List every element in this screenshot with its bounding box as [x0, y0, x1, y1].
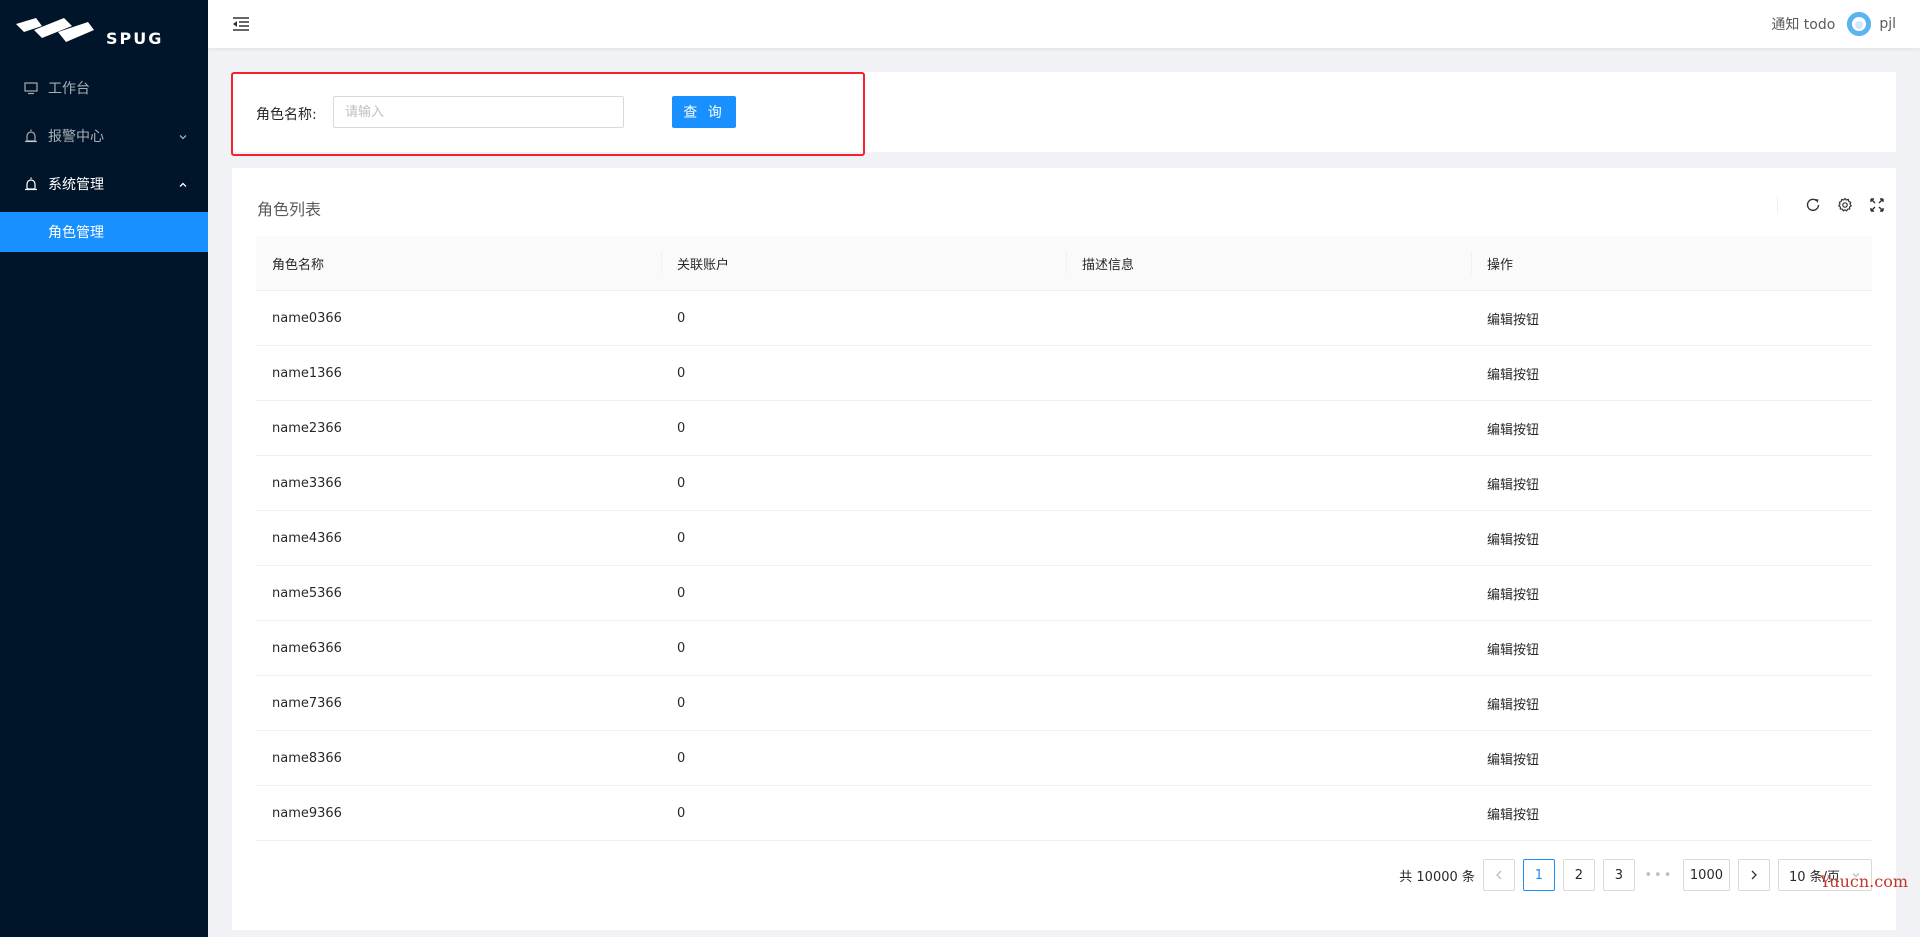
edit-button[interactable]: 编辑按钮: [1487, 643, 1539, 658]
cell-role-name: name0366: [272, 310, 342, 326]
sidebar-item-label: 系统管理: [48, 177, 104, 193]
edit-button[interactable]: 编辑按钮: [1487, 313, 1539, 328]
watermark: Yuucn.com: [1820, 872, 1908, 891]
next-page-button[interactable]: [1738, 859, 1770, 891]
cell-role-name: name4366: [272, 530, 342, 546]
table-toolbar: [1777, 196, 1886, 214]
table-header-row: 角色名称 关联账户 描述信息 操作: [256, 236, 1872, 291]
column-header-linked-accounts: 关联账户: [661, 252, 1066, 274]
cell-linked-accounts: 0: [677, 530, 686, 546]
top-header: 通知 todo pjl: [208, 0, 1920, 48]
cell-role-name: name5366: [272, 585, 342, 601]
edit-button[interactable]: 编辑按钮: [1487, 423, 1539, 438]
reload-icon[interactable]: [1804, 196, 1822, 214]
sidebar-item-label: 角色管理: [48, 225, 104, 241]
cell-linked-accounts: 0: [677, 420, 686, 436]
edit-button[interactable]: 编辑按钮: [1487, 588, 1539, 603]
svg-text:SPUG: SPUG: [106, 29, 163, 48]
query-button[interactable]: 查 询: [672, 96, 736, 128]
header-user-area: 通知 todo pjl: [1771, 12, 1896, 36]
cell-linked-accounts: 0: [677, 365, 686, 381]
table-row: name2366 0 编辑按钮: [256, 401, 1872, 456]
page-3-button[interactable]: 3: [1602, 859, 1635, 891]
table-row: name8366 0 编辑按钮: [256, 731, 1872, 786]
total-count: 共 10000 条: [1399, 869, 1475, 885]
jump-next-ellipsis[interactable]: •••: [1643, 859, 1675, 891]
cell-linked-accounts: 0: [677, 805, 686, 821]
fullscreen-icon[interactable]: [1868, 196, 1886, 214]
sidebar-item-role-management[interactable]: 角色管理: [0, 212, 208, 252]
cell-role-name: name7366: [272, 695, 342, 711]
column-header-description: 描述信息: [1066, 252, 1471, 274]
column-header-role-name: 角色名称: [272, 257, 325, 273]
logo[interactable]: SPUG: [0, 0, 208, 64]
cell-role-name: name3366: [272, 475, 342, 491]
table-row: name9366 0 编辑按钮: [256, 786, 1872, 841]
table-row: name0366 0 编辑按钮: [256, 291, 1872, 346]
desktop-icon: [24, 81, 38, 95]
cell-role-name: name2366: [272, 420, 342, 436]
table-row: name7366 0 编辑按钮: [256, 676, 1872, 731]
cell-role-name: name8366: [272, 750, 342, 766]
cell-role-name: name9366: [272, 805, 342, 821]
menu-fold-icon[interactable]: [232, 14, 252, 34]
last-page-button[interactable]: 1000: [1682, 859, 1730, 891]
edit-button[interactable]: 编辑按钮: [1487, 368, 1539, 383]
cell-linked-accounts: 0: [677, 310, 686, 326]
avatar[interactable]: [1847, 12, 1872, 36]
prev-page-button[interactable]: [1482, 859, 1515, 891]
page-1-button[interactable]: 1: [1522, 859, 1555, 891]
table-title: 角色列表: [257, 200, 322, 219]
page-2-button[interactable]: 2: [1562, 859, 1595, 891]
cell-linked-accounts: 0: [677, 585, 686, 601]
settings-icon[interactable]: [1836, 196, 1854, 214]
table-row: name6366 0 编辑按钮: [256, 621, 1872, 676]
username[interactable]: pjl: [1879, 16, 1896, 32]
roles-table: 角色名称 关联账户 描述信息 操作 name0366 0 编辑按钮 name13…: [256, 236, 1872, 841]
spug-logo-icon: SPUG: [16, 18, 163, 48]
cell-linked-accounts: 0: [677, 695, 686, 711]
edit-button[interactable]: 编辑按钮: [1487, 533, 1539, 548]
edit-button[interactable]: 编辑按钮: [1487, 753, 1539, 768]
sidebar-item-alarm-center[interactable]: 报警中心: [0, 116, 208, 156]
edit-button[interactable]: 编辑按钮: [1487, 698, 1539, 713]
table-row: name5366 0 编辑按钮: [256, 566, 1872, 621]
role-name-search-input[interactable]: [333, 96, 624, 128]
edit-button[interactable]: 编辑按钮: [1487, 478, 1539, 493]
cell-role-name: name6366: [272, 640, 342, 656]
sidebar-item-label: 工作台: [48, 81, 90, 97]
pagination: 共 10000 条 1 2 3 ••• 1000 10 条/页: [1399, 859, 1872, 891]
cell-linked-accounts: 0: [677, 475, 686, 491]
cell-linked-accounts: 0: [677, 750, 686, 766]
sidebar-item-workbench[interactable]: 工作台: [0, 68, 208, 108]
sidebar-item-system-management[interactable]: 系统管理: [0, 164, 208, 204]
table-row: name4366 0 编辑按钮: [256, 511, 1872, 566]
sidebar-item-label: 报警中心: [48, 129, 104, 145]
table-row: name1366 0 编辑按钮: [256, 346, 1872, 401]
cell-role-name: name1366: [272, 365, 342, 381]
role-name-label: 角色名称:: [256, 107, 317, 123]
edit-button[interactable]: 编辑按钮: [1487, 808, 1539, 823]
column-header-actions: 操作: [1471, 252, 1872, 274]
chevron-down-icon: [178, 130, 188, 146]
toolbar-divider: [1777, 197, 1778, 213]
cell-linked-accounts: 0: [677, 640, 686, 656]
alarm-icon: [24, 177, 38, 191]
sidebar: SPUG 工作台 报警中心 系统管理 角色管理: [0, 0, 208, 937]
chevron-up-icon: [178, 178, 188, 194]
alarm-icon: [24, 129, 38, 143]
chevron-right-icon: [1751, 870, 1757, 880]
chevron-left-icon: [1495, 870, 1502, 880]
table-row: name3366 0 编辑按钮: [256, 456, 1872, 511]
notification-link[interactable]: 通知 todo: [1771, 14, 1835, 34]
